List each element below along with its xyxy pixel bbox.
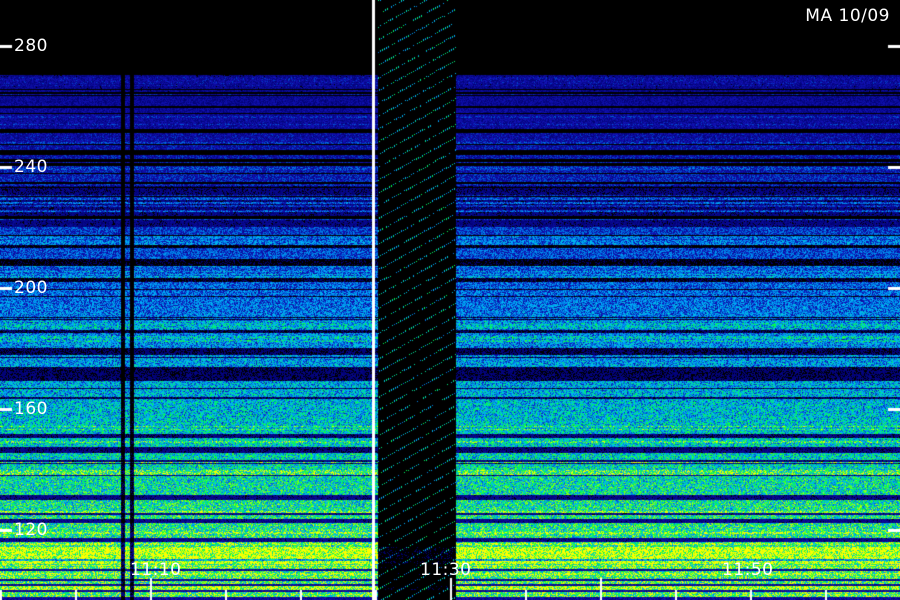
y-tick-label-280: 280 <box>14 36 48 56</box>
station-date-label: MA 10/09 <box>805 6 890 26</box>
spectrogram-image <box>0 0 900 600</box>
y-tick-label-200: 200 <box>14 278 48 298</box>
y-tick-label-240: 240 <box>14 157 48 177</box>
y-tick-label-120: 120 <box>14 520 48 540</box>
y-tick-label-160: 160 <box>14 399 48 419</box>
x-tick-label-1150: 11:50 <box>722 560 774 580</box>
x-tick-label-1110: 11:10 <box>130 560 182 580</box>
x-tick-label-1130: 11:30 <box>420 560 472 580</box>
